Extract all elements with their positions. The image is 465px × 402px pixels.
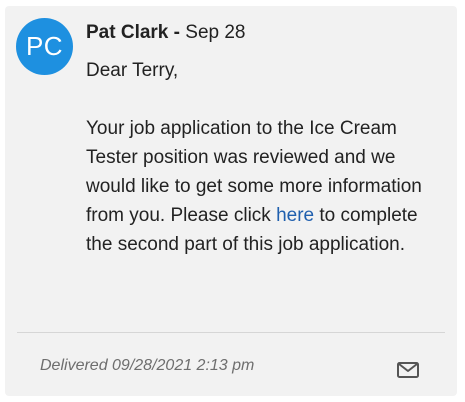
sender-avatar: PC: [16, 18, 73, 75]
message-body: Dear Terry, Your job application to the …: [86, 56, 436, 259]
message-card: PC Pat Clark - Sep 28 Dear Terry, Your j…: [5, 6, 457, 396]
footer-divider: [17, 332, 445, 333]
application-link[interactable]: here: [276, 205, 314, 226]
delivery-status: Delivered 09/28/2021 2:13 pm: [40, 357, 255, 374]
header-separator: -: [173, 22, 180, 43]
sender-name: Pat Clark: [86, 22, 169, 43]
message-header: Pat Clark - Sep 28: [86, 22, 246, 44]
envelope-icon-graphic: [397, 362, 419, 378]
message-paragraph: Your job application to the Ice Cream Te…: [86, 114, 436, 259]
message-greeting: Dear Terry,: [86, 60, 179, 81]
avatar-initials: PC: [25, 31, 64, 61]
envelope-icon[interactable]: [396, 361, 420, 379]
message-date: Sep 28: [185, 22, 246, 43]
